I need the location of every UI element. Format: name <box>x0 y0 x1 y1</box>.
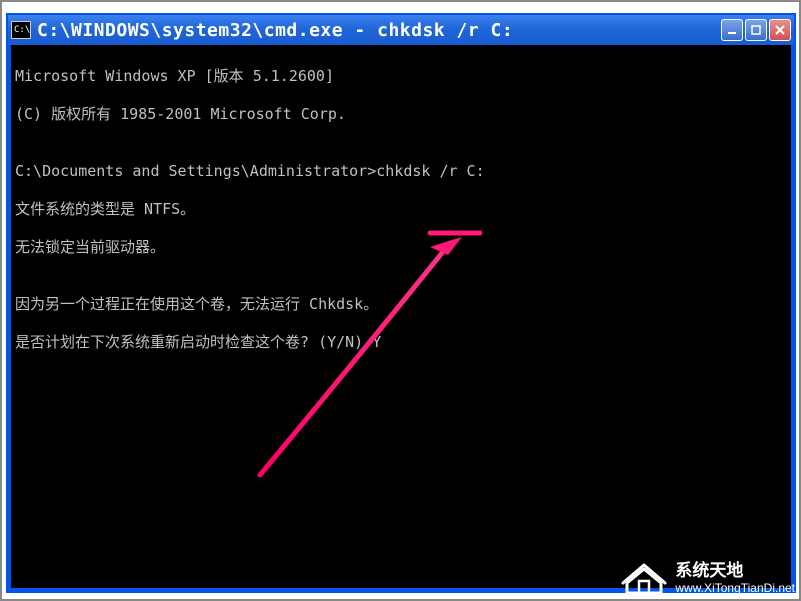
watermark: 系统天地 www.XiTongTianDi.net <box>619 555 795 595</box>
window-icon: C:\ <box>11 21 31 39</box>
maximize-button[interactable] <box>745 19 767 41</box>
console-line: 无法锁定当前驱动器。 <box>15 238 787 257</box>
cmd-window: C:\ C:\WINDOWS\system32\cmd.exe - chkdsk… <box>6 13 796 593</box>
titlebar[interactable]: C:\ C:\WINDOWS\system32\cmd.exe - chkdsk… <box>8 15 794 45</box>
command-line: C:\Documents and Settings\Administrator>… <box>15 162 787 181</box>
command-text: chkdsk /r C: <box>376 162 484 181</box>
window-title: C:\WINDOWS\system32\cmd.exe - chkdsk /r … <box>37 20 721 41</box>
watermark-url: www.XiTongTianDi.net <box>675 581 795 595</box>
titlebar-buttons <box>721 19 791 41</box>
watermark-text: 系统天地 www.XiTongTianDi.net <box>675 556 795 595</box>
confirm-prompt: 是否计划在下次系统重新启动时检查这个卷? (Y/N) <box>15 333 372 352</box>
user-input: Y <box>372 333 381 352</box>
confirm-line: 是否计划在下次系统重新启动时检查这个卷? (Y/N) Y <box>15 333 787 352</box>
console-line: Microsoft Windows XP [版本 5.1.2600] <box>15 67 787 86</box>
watermark-logo-icon <box>619 555 669 595</box>
minimize-button[interactable] <box>721 19 743 41</box>
close-button[interactable] <box>769 19 791 41</box>
console-line: 因为另一个过程正在使用这个卷，无法运行 Chkdsk。 <box>15 295 787 314</box>
watermark-title: 系统天地 <box>675 556 795 581</box>
console-area[interactable]: Microsoft Windows XP [版本 5.1.2600] (C) 版… <box>11 45 791 588</box>
console-line: (C) 版权所有 1985-2001 Microsoft Corp. <box>15 105 787 124</box>
console-line: 文件系统的类型是 NTFS。 <box>15 200 787 219</box>
window-icon-text: C:\ <box>14 25 30 35</box>
prompt: C:\Documents and Settings\Administrator> <box>15 162 376 181</box>
